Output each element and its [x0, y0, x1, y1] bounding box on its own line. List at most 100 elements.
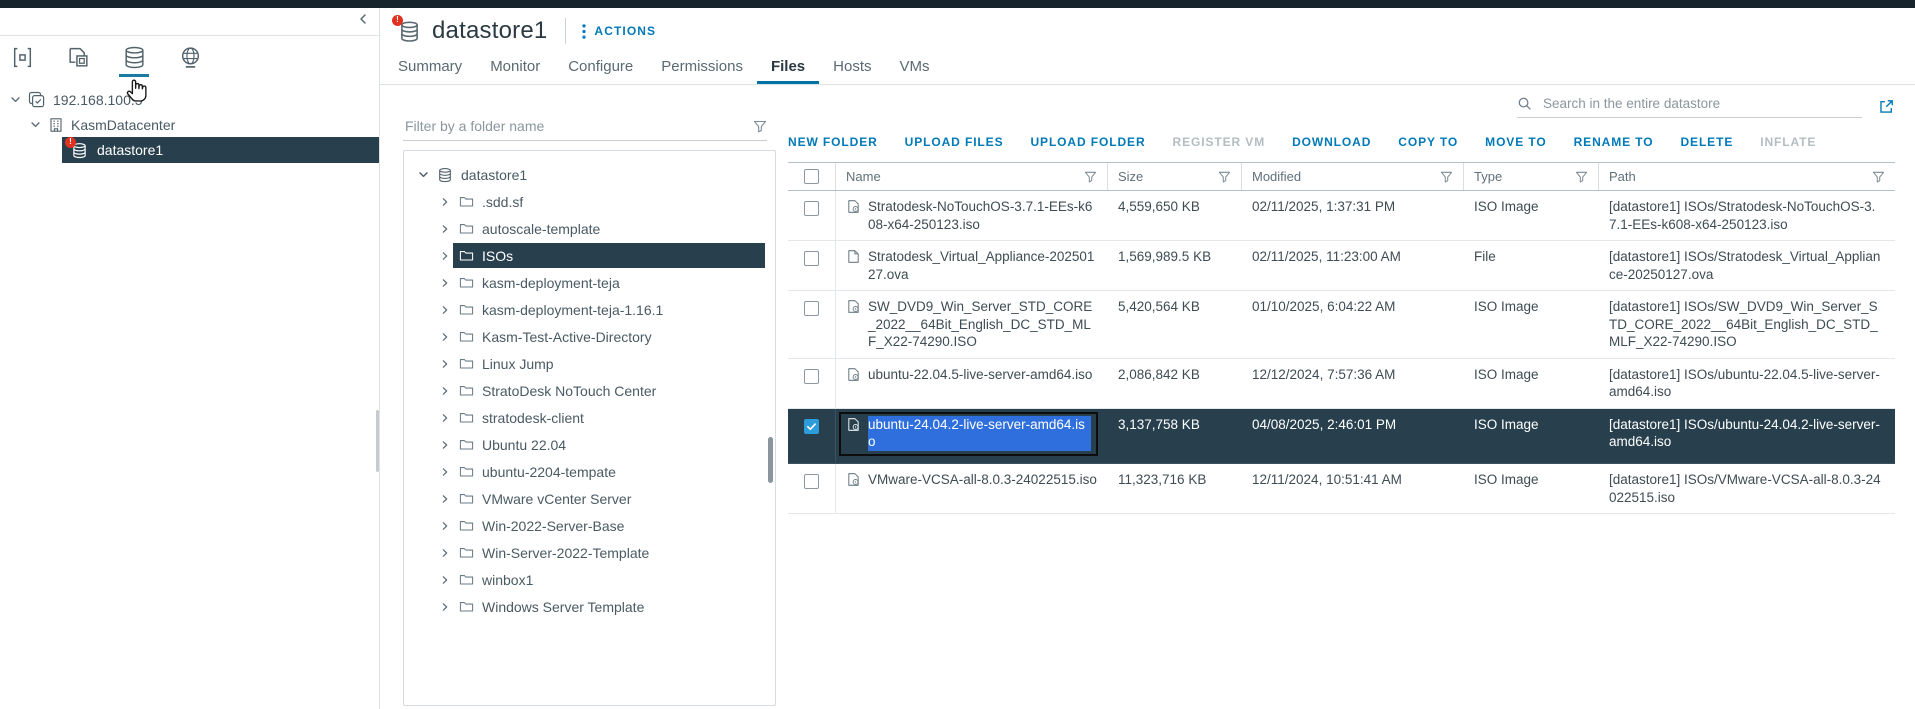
column-header-modified[interactable]: Modified — [1242, 163, 1464, 190]
chevron-right-icon[interactable] — [440, 602, 450, 612]
file-row[interactable]: SW_DVD9_Win_Server_STD_CORE_2022__64Bit_… — [788, 291, 1895, 359]
folder-tree-item[interactable]: Ubuntu 22.04 — [404, 431, 775, 458]
folder-item-winbox1[interactable]: winbox1 — [453, 567, 765, 592]
column-header-type[interactable]: Type — [1464, 163, 1599, 190]
nav-vms-and-templates-icon[interactable] — [64, 45, 92, 77]
chevron-right-icon[interactable] — [440, 413, 450, 423]
row-checkbox[interactable] — [804, 369, 819, 384]
chevron-right-icon[interactable] — [440, 521, 450, 531]
name-cell[interactable]: Stratodesk_Virtual_Appliance-20250127.ov… — [836, 241, 1108, 290]
name-cell[interactable]: ubuntu-24.04.2-live-server-amd64.iso — [836, 409, 1108, 463]
chevron-right-icon[interactable] — [440, 575, 450, 585]
name-cell[interactable]: VMware-VCSA-all-8.0.3-24022515.iso — [836, 464, 1108, 513]
toolbar-delete-button[interactable]: DELETE — [1680, 135, 1733, 149]
toolbar-rename-to-button[interactable]: RENAME TO — [1574, 135, 1654, 149]
toolbar-copy-to-button[interactable]: COPY TO — [1398, 135, 1458, 149]
collapse-sidebar-icon[interactable] — [357, 13, 369, 25]
chevron-right-icon[interactable] — [440, 359, 450, 369]
name-cell[interactable]: SW_DVD9_Win_Server_STD_CORE_2022__64Bit_… — [836, 291, 1108, 358]
folder-item-stratodesk-client[interactable]: stratodesk-client — [453, 405, 765, 430]
chevron-down-icon[interactable] — [30, 119, 41, 130]
folder-tree-item[interactable]: Kasm-Test-Active-Directory — [404, 323, 775, 350]
folder-tree-item[interactable]: ISOs — [404, 242, 775, 269]
chevron-right-icon[interactable] — [440, 467, 450, 477]
search-input[interactable] — [1541, 95, 1862, 112]
row-checkbox[interactable] — [804, 201, 819, 216]
nav-storage-icon[interactable] — [120, 45, 148, 77]
tab-permissions[interactable]: Permissions — [647, 50, 757, 84]
chevron-right-icon[interactable] — [440, 332, 450, 342]
tab-monitor[interactable]: Monitor — [476, 50, 554, 84]
row-checkbox[interactable] — [804, 301, 819, 316]
tree-item-vcenter[interactable]: 192.168.100.5 — [0, 87, 379, 112]
filter-funnel-icon[interactable] — [753, 119, 767, 133]
tab-files[interactable]: Files — [757, 50, 819, 84]
toolbar-move-to-button[interactable]: MOVE TO — [1485, 135, 1546, 149]
folder-item-kasm-deployment-teja-1-16-1[interactable]: kasm-deployment-teja-1.16.1 — [453, 297, 765, 322]
folder-tree-scrollbar[interactable] — [768, 437, 773, 483]
folder-tree-item[interactable]: StratoDesk NoTouch Center — [404, 377, 775, 404]
folder-tree-item[interactable]: stratodesk-client — [404, 404, 775, 431]
select-all-checkbox[interactable] — [804, 169, 819, 184]
column-header-size[interactable]: Size — [1108, 163, 1242, 190]
chevron-right-icon[interactable] — [440, 305, 450, 315]
filter-funnel-icon[interactable] — [1872, 170, 1885, 183]
name-cell[interactable]: ubuntu-22.04.5-live-server-amd64.iso — [836, 359, 1108, 408]
folder-tree-item[interactable]: kasm-deployment-teja — [404, 269, 775, 296]
column-header-path[interactable]: Path — [1599, 163, 1895, 190]
folder-tree-root[interactable]: datastore1 — [404, 161, 775, 188]
folder-item-sdd-sf[interactable]: .sdd.sf — [453, 189, 765, 214]
folder-item-windows-server-template[interactable]: Windows Server Template — [453, 594, 765, 619]
file-row[interactable]: ubuntu-22.04.5-live-server-amd64.iso 2,0… — [788, 359, 1895, 409]
folder-item-ubuntu-2204-tempate[interactable]: ubuntu-2204-tempate — [453, 459, 765, 484]
folder-item-win-2022-server-base[interactable]: Win-2022-Server-Base — [453, 513, 765, 538]
folder-tree-item[interactable]: winbox1 — [404, 566, 775, 593]
column-header-name[interactable]: Name — [836, 163, 1108, 190]
folder-tree-item[interactable]: .sdd.sf — [404, 188, 775, 215]
file-row[interactable]: ubuntu-24.04.2-live-server-amd64.iso 3,1… — [788, 409, 1895, 464]
sidebar-scrollbar[interactable] — [376, 410, 379, 472]
folder-item-linux-jump[interactable]: Linux Jump — [453, 351, 765, 376]
chevron-down-icon[interactable] — [10, 94, 21, 105]
folder-item-kasm-deployment-teja[interactable]: kasm-deployment-teja — [453, 270, 765, 295]
rename-edit-box[interactable]: ubuntu-24.04.2-live-server-amd64.iso — [839, 412, 1098, 456]
filter-funnel-icon[interactable] — [1084, 170, 1097, 183]
folder-tree-item[interactable]: Linux Jump — [404, 350, 775, 377]
chevron-right-icon[interactable] — [440, 197, 450, 207]
chevron-right-icon[interactable] — [440, 386, 450, 396]
tab-vms[interactable]: VMs — [885, 50, 943, 84]
file-row[interactable]: VMware-VCSA-all-8.0.3-24022515.iso 11,32… — [788, 464, 1895, 514]
open-in-new-window-icon[interactable] — [1878, 98, 1895, 115]
folder-tree-item[interactable]: Win-2022-Server-Base — [404, 512, 775, 539]
folder-filter-input[interactable] — [403, 117, 753, 135]
chevron-right-icon[interactable] — [440, 440, 450, 450]
row-checkbox[interactable] — [804, 419, 819, 434]
chevron-down-icon[interactable] — [418, 169, 429, 180]
tree-item-datastore-selected[interactable]: ! datastore1 — [62, 137, 379, 163]
toolbar-new-folder-button[interactable]: NEW FOLDER — [788, 135, 878, 149]
toolbar-download-button[interactable]: DOWNLOAD — [1292, 135, 1371, 149]
filter-funnel-icon[interactable] — [1575, 170, 1588, 183]
name-cell[interactable]: Stratodesk-NoTouchOS-3.7.1-EEs-k608-x64-… — [836, 191, 1108, 240]
nav-networking-icon[interactable] — [176, 45, 204, 77]
folder-tree-item[interactable]: Windows Server Template — [404, 593, 775, 620]
folder-item-ubuntu-22-04[interactable]: Ubuntu 22.04 — [453, 432, 765, 457]
folder-item-win-server-2022-template[interactable]: Win-Server-2022-Template — [453, 540, 765, 565]
folder-tree-item[interactable]: autoscale-template — [404, 215, 775, 242]
chevron-right-icon[interactable] — [440, 494, 450, 504]
folder-item-isos[interactable]: ISOs — [453, 243, 765, 268]
folder-item-autoscale-template[interactable]: autoscale-template — [453, 216, 765, 241]
tab-summary[interactable]: Summary — [384, 50, 476, 84]
folder-tree-item[interactable]: VMware vCenter Server — [404, 485, 775, 512]
filter-funnel-icon[interactable] — [1440, 170, 1453, 183]
row-checkbox[interactable] — [804, 474, 819, 489]
folder-tree-item[interactable]: Win-Server-2022-Template — [404, 539, 775, 566]
file-row[interactable]: Stratodesk_Virtual_Appliance-20250127.ov… — [788, 241, 1895, 291]
actions-button[interactable]: ACTIONS — [582, 24, 656, 39]
file-row[interactable]: Stratodesk-NoTouchOS-3.7.1-EEs-k608-x64-… — [788, 191, 1895, 241]
row-checkbox[interactable] — [804, 251, 819, 266]
folder-tree-item[interactable]: ubuntu-2204-tempate — [404, 458, 775, 485]
folder-tree-item[interactable]: kasm-deployment-teja-1.16.1 — [404, 296, 775, 323]
tab-configure[interactable]: Configure — [554, 50, 647, 84]
chevron-right-icon[interactable] — [440, 251, 450, 261]
